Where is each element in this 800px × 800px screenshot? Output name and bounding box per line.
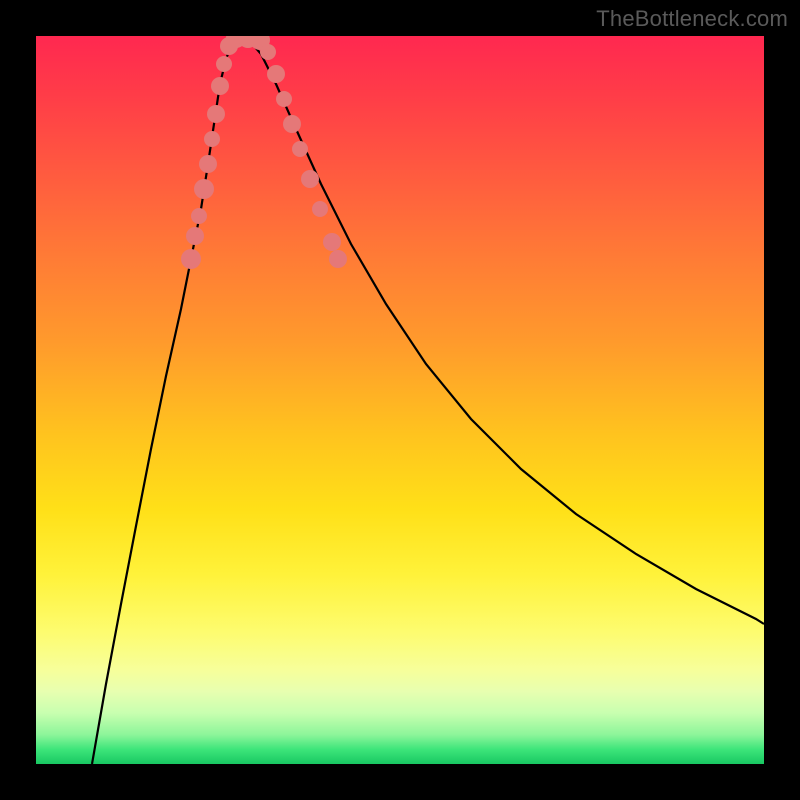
- highlight-dot: [283, 115, 301, 133]
- highlight-dot: [194, 179, 214, 199]
- highlight-dot: [199, 155, 217, 173]
- highlight-dot: [260, 44, 276, 60]
- highlight-dot: [216, 56, 232, 72]
- chart-frame: TheBottleneck.com: [0, 0, 800, 800]
- highlight-dot: [276, 91, 292, 107]
- bottleneck-curve: [92, 37, 764, 764]
- highlight-dot: [267, 65, 285, 83]
- highlight-dot: [211, 77, 229, 95]
- highlight-dot: [323, 233, 341, 251]
- highlight-dots: [181, 36, 347, 269]
- highlight-dot: [186, 227, 204, 245]
- curve-layer: [36, 36, 764, 764]
- highlight-dot: [207, 105, 225, 123]
- highlight-dot: [191, 208, 207, 224]
- highlight-dot: [301, 170, 319, 188]
- highlight-dot: [312, 201, 328, 217]
- plot-area: [36, 36, 764, 764]
- highlight-dot: [181, 249, 201, 269]
- watermark-text: TheBottleneck.com: [596, 6, 788, 32]
- highlight-dot: [292, 141, 308, 157]
- highlight-dot: [204, 131, 220, 147]
- highlight-dot: [329, 250, 347, 268]
